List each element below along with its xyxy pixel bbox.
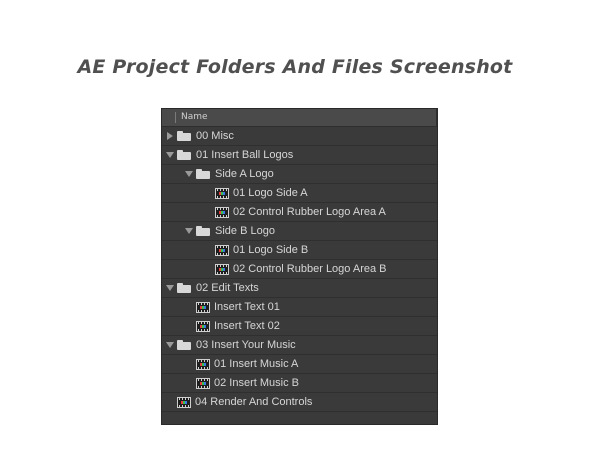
- row-content: 01 Logo Side B: [203, 241, 308, 259]
- item-label: 02 Control Rubber Logo Area B: [233, 263, 387, 275]
- folder-icon: [177, 150, 191, 160]
- item-label: Insert Text 01: [214, 301, 280, 313]
- folder-icon: [196, 226, 210, 236]
- column-header-name[interactable]: Name: [162, 109, 437, 127]
- column-header-label: Name: [181, 112, 208, 122]
- triangle-icon: [166, 152, 174, 158]
- composition-row[interactable]: 01 Insert Music A: [162, 355, 437, 374]
- column-grip[interactable]: [175, 112, 176, 123]
- twirl-spacer: [184, 359, 194, 369]
- twirl-spacer: [203, 264, 213, 274]
- row-content: 01 Insert Music A: [184, 355, 298, 373]
- folder-row[interactable]: Side A Logo: [162, 165, 437, 184]
- expand-arrow-down-icon[interactable]: [165, 150, 175, 160]
- twirl-spacer: [184, 378, 194, 388]
- row-content: Side B Logo: [184, 222, 275, 240]
- row-content: 02 Insert Music B: [184, 374, 299, 392]
- composition-icon: [196, 377, 210, 389]
- column-divider[interactable]: [436, 109, 437, 127]
- item-label: 03 Insert Your Music: [196, 339, 296, 351]
- row-content: Insert Text 01: [184, 298, 280, 316]
- composition-row[interactable]: 01 Logo Side B: [162, 241, 437, 260]
- composition-icon: [215, 244, 229, 256]
- folder-row[interactable]: 00 Misc: [162, 127, 437, 146]
- twirl-spacer: [165, 397, 175, 407]
- composition-icon: [215, 263, 229, 275]
- composition-icon: [215, 206, 229, 218]
- item-label: 02 Control Rubber Logo Area A: [233, 206, 386, 218]
- item-label: 04 Render And Controls: [195, 396, 313, 408]
- item-label: Side B Logo: [215, 225, 275, 237]
- composition-icon: [215, 187, 229, 199]
- item-label: Insert Text 02: [214, 320, 280, 332]
- twirl-spacer: [203, 188, 213, 198]
- twirl-spacer: [203, 245, 213, 255]
- item-label: Side A Logo: [215, 168, 274, 180]
- composition-row[interactable]: 04 Render And Controls: [162, 393, 437, 412]
- item-label: 02 Insert Music B: [214, 377, 299, 389]
- folder-icon: [177, 131, 191, 141]
- composition-row[interactable]: 02 Control Rubber Logo Area B: [162, 260, 437, 279]
- composition-row[interactable]: 01 Logo Side A: [162, 184, 437, 203]
- expand-arrow-down-icon[interactable]: [165, 340, 175, 350]
- item-label: 01 Logo Side B: [233, 244, 309, 256]
- item-label: 01 Insert Ball Logos: [196, 149, 294, 161]
- composition-icon: [196, 301, 210, 313]
- composition-icon: [177, 396, 191, 408]
- expand-arrow-down-icon[interactable]: [184, 169, 194, 179]
- triangle-icon: [185, 171, 193, 177]
- folder-row[interactable]: Side B Logo: [162, 222, 437, 241]
- row-content: 04 Render And Controls: [165, 393, 312, 411]
- expand-arrow-down-icon[interactable]: [165, 283, 175, 293]
- twirl-spacer: [184, 302, 194, 312]
- folder-icon: [177, 283, 191, 293]
- row-content: 02 Control Rubber Logo Area A: [203, 203, 386, 221]
- triangle-icon: [185, 228, 193, 234]
- composition-icon: [196, 358, 210, 370]
- item-label: 01 Logo Side A: [233, 187, 308, 199]
- composition-row[interactable]: 02 Insert Music B: [162, 374, 437, 393]
- row-content: 02 Edit Texts: [165, 279, 259, 297]
- item-label: 00 Misc: [196, 130, 234, 142]
- row-content: 03 Insert Your Music: [165, 336, 296, 354]
- composition-row[interactable]: 02 Control Rubber Logo Area A: [162, 203, 437, 222]
- folder-icon: [177, 340, 191, 350]
- triangle-icon: [166, 342, 174, 348]
- composition-row[interactable]: Insert Text 02: [162, 317, 437, 336]
- item-label: 02 Edit Texts: [196, 282, 259, 294]
- page-title: AE Project Folders And Files Screenshot: [77, 56, 513, 78]
- row-content: 02 Control Rubber Logo Area B: [203, 260, 387, 278]
- project-panel: Name 00 Misc 01 Insert Ball Logos Side A L…: [161, 108, 438, 425]
- row-content: 01 Insert Ball Logos: [165, 146, 293, 164]
- twirl-spacer: [184, 321, 194, 331]
- project-item-list: 00 Misc 01 Insert Ball Logos Side A Logo 01…: [162, 127, 437, 412]
- folder-row[interactable]: 02 Edit Texts: [162, 279, 437, 298]
- triangle-icon: [167, 132, 173, 140]
- row-content: Side A Logo: [184, 165, 274, 183]
- row-content: Insert Text 02: [184, 317, 280, 335]
- expand-arrow-down-icon[interactable]: [184, 226, 194, 236]
- composition-icon: [196, 320, 210, 332]
- collapse-arrow-right-icon[interactable]: [165, 131, 175, 141]
- row-content: 01 Logo Side A: [203, 184, 308, 202]
- triangle-icon: [166, 285, 174, 291]
- row-content: 00 Misc: [165, 127, 234, 145]
- composition-row[interactable]: Insert Text 01: [162, 298, 437, 317]
- folder-icon: [196, 169, 210, 179]
- twirl-spacer: [203, 207, 213, 217]
- item-label: 01 Insert Music A: [214, 358, 299, 370]
- folder-row[interactable]: 01 Insert Ball Logos: [162, 146, 437, 165]
- folder-row[interactable]: 03 Insert Your Music: [162, 336, 437, 355]
